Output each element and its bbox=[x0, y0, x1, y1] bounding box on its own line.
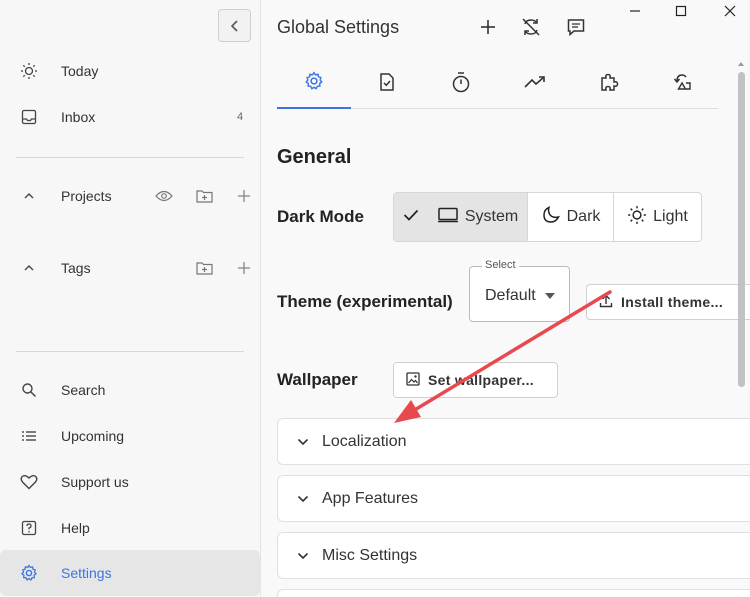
collapse-sidebar-button[interactable] bbox=[218, 9, 251, 42]
trending-icon bbox=[524, 75, 546, 94]
sync-icon bbox=[671, 72, 693, 97]
chevron-up-icon[interactable] bbox=[19, 186, 39, 206]
upload-icon bbox=[599, 294, 613, 311]
wallpaper-label: Wallpaper bbox=[277, 370, 358, 389]
dark-mode-option-dark[interactable]: Dark bbox=[528, 193, 614, 241]
sidebar-item-label: Upcoming bbox=[61, 428, 125, 444]
theme-label: Theme (experimental) bbox=[277, 292, 453, 311]
sidebar-item-label: Today bbox=[61, 63, 99, 79]
dark-mode-option-label: System bbox=[464, 208, 519, 225]
accordion-next-partial[interactable] bbox=[277, 589, 750, 597]
theme-select[interactable]: Select Default bbox=[469, 259, 570, 322]
tab-sync[interactable] bbox=[645, 60, 719, 109]
dark-mode-option-system[interactable]: System bbox=[394, 193, 528, 241]
sidebar-item-settings[interactable]: Settings bbox=[0, 550, 260, 596]
search-icon bbox=[19, 380, 39, 400]
sidebar-item-label: Projects bbox=[61, 188, 112, 204]
scrollbar[interactable] bbox=[734, 60, 748, 597]
sidebar-item-label: Help bbox=[61, 520, 90, 536]
moon-icon bbox=[541, 205, 561, 230]
accordion-localization[interactable]: Localization bbox=[277, 418, 750, 465]
minimize-icon[interactable] bbox=[627, 3, 643, 19]
sidebar-item-search[interactable]: Search bbox=[0, 370, 260, 410]
sidebar-item-label: Search bbox=[61, 382, 106, 398]
dark-mode-option-label: Dark bbox=[566, 208, 601, 225]
set-wallpaper-button[interactable]: Set wallpaper... bbox=[393, 362, 558, 398]
dark-mode-label: Dark Mode bbox=[277, 207, 364, 226]
scroll-thumb[interactable] bbox=[738, 72, 745, 387]
install-theme-button[interactable]: Install theme... bbox=[586, 284, 750, 320]
section-heading-general: General bbox=[277, 146, 352, 168]
gear-icon bbox=[304, 71, 324, 96]
dark-mode-option-light[interactable]: Light bbox=[614, 193, 701, 241]
sidebar-item-tags[interactable]: Tags bbox=[0, 248, 260, 288]
plus-icon[interactable] bbox=[477, 16, 499, 38]
tab-tasks[interactable] bbox=[350, 60, 424, 109]
accordion-label: App Features bbox=[322, 489, 419, 507]
inbox-count-badge: 4 bbox=[237, 111, 244, 123]
plus-icon[interactable] bbox=[235, 259, 253, 277]
accordion-label: Localization bbox=[322, 432, 407, 450]
sidebar-item-support-us[interactable]: Support us bbox=[0, 462, 260, 502]
sidebar-item-label: Settings bbox=[61, 565, 112, 581]
theme-select-legend: Select bbox=[482, 259, 519, 271]
maximize-icon[interactable] bbox=[673, 3, 689, 19]
help-icon bbox=[19, 518, 39, 538]
task-check-icon bbox=[377, 72, 397, 97]
check-icon bbox=[403, 208, 419, 227]
accordion-app-features[interactable]: App Features bbox=[277, 475, 750, 522]
settings-tabs bbox=[277, 60, 718, 109]
sync-off-icon[interactable] bbox=[520, 16, 542, 38]
settings-panel: Global Settings General Dark Mode System… bbox=[261, 0, 750, 597]
dark-mode-toggle-group: System Dark Light bbox=[393, 192, 702, 242]
sun-icon bbox=[19, 61, 39, 81]
gear-icon bbox=[19, 563, 39, 583]
monitor-icon bbox=[437, 207, 459, 228]
chevron-down-icon bbox=[296, 492, 310, 506]
chevron-up-icon[interactable] bbox=[19, 258, 39, 278]
sidebar-item-upcoming[interactable]: Upcoming bbox=[0, 416, 260, 456]
puzzle-icon bbox=[599, 72, 619, 97]
eye-icon[interactable] bbox=[155, 187, 173, 205]
list-icon bbox=[19, 426, 39, 446]
sidebar-item-label: Support us bbox=[61, 474, 129, 490]
sidebar: Today Inbox 4 Projects Tags Search Upcom… bbox=[0, 0, 261, 597]
sidebar-divider bbox=[16, 351, 244, 352]
heart-icon bbox=[19, 472, 39, 492]
tab-timer[interactable] bbox=[424, 60, 498, 109]
sidebar-item-help[interactable]: Help bbox=[0, 508, 260, 548]
page-title: Global Settings bbox=[277, 17, 400, 37]
tab-productivity[interactable] bbox=[498, 60, 572, 109]
sidebar-item-inbox[interactable]: Inbox 4 bbox=[0, 97, 260, 137]
caret-down-icon bbox=[545, 293, 555, 299]
timer-icon bbox=[451, 71, 471, 98]
set-wallpaper-label: Set wallpaper... bbox=[428, 372, 534, 388]
chevron-down-icon bbox=[296, 549, 310, 563]
sidebar-item-today[interactable]: Today bbox=[0, 51, 260, 91]
message-icon[interactable] bbox=[565, 16, 587, 38]
add-folder-icon[interactable] bbox=[195, 187, 213, 205]
tab-general[interactable] bbox=[277, 60, 351, 109]
sidebar-item-label: Inbox bbox=[61, 109, 96, 125]
chevron-down-icon bbox=[296, 435, 310, 449]
sidebar-divider bbox=[16, 157, 244, 158]
dark-mode-option-label: Light bbox=[653, 208, 688, 225]
scroll-up-arrow-icon bbox=[738, 62, 744, 66]
plus-icon[interactable] bbox=[235, 187, 253, 205]
sidebar-item-projects[interactable]: Projects bbox=[0, 176, 260, 216]
tab-plugins[interactable] bbox=[572, 60, 646, 109]
add-folder-icon[interactable] bbox=[195, 259, 213, 277]
chevron-left-icon bbox=[230, 19, 238, 32]
install-theme-label: Install theme... bbox=[621, 294, 724, 310]
close-icon[interactable] bbox=[722, 3, 738, 19]
sun-icon bbox=[627, 205, 647, 230]
accordion-misc-settings[interactable]: Misc Settings bbox=[277, 532, 750, 579]
image-icon bbox=[406, 371, 420, 389]
sidebar-item-label: Tags bbox=[61, 260, 91, 276]
inbox-icon bbox=[19, 107, 39, 127]
accordion-label: Misc Settings bbox=[322, 546, 418, 564]
theme-select-value: Default bbox=[485, 287, 536, 304]
